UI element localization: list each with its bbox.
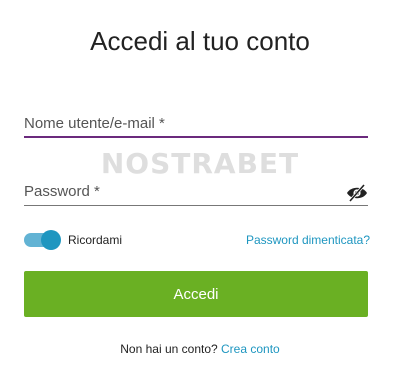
toggle-knob xyxy=(41,230,61,250)
signup-prompt-text: Non hai un conto? xyxy=(120,342,218,356)
password-field[interactable]: Password * xyxy=(24,178,368,206)
username-underline xyxy=(24,136,368,138)
signup-prompt: Non hai un conto? Crea conto xyxy=(0,342,400,356)
remember-me: Ricordami xyxy=(24,230,122,250)
login-button[interactable]: Accedi xyxy=(24,271,368,317)
password-underline xyxy=(24,205,368,206)
page-title: Accedi al tuo conto xyxy=(90,26,310,56)
username-field[interactable]: Nome utente/e-mail * xyxy=(24,110,368,138)
remember-label: Ricordami xyxy=(68,233,123,247)
forgot-password-link[interactable]: Password dimenticata? xyxy=(246,233,370,247)
eye-slash-icon[interactable] xyxy=(346,184,368,202)
remember-toggle[interactable] xyxy=(24,230,61,250)
create-account-link[interactable]: Crea conto xyxy=(221,342,280,356)
username-placeholder: Nome utente/e-mail * xyxy=(24,115,165,132)
watermark-logo: NOSTRABET xyxy=(100,147,300,180)
password-placeholder: Password * xyxy=(24,183,100,200)
